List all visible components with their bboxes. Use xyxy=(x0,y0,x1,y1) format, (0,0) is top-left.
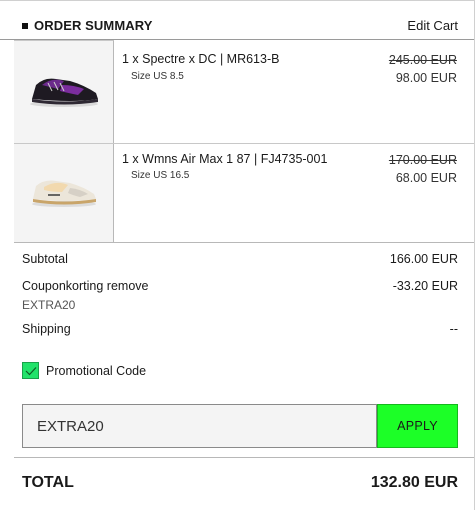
subtotal-value: 166.00 EUR xyxy=(389,252,458,266)
coupon-row: Couponkorting remove xyxy=(22,279,148,293)
square-bullet-icon xyxy=(22,22,28,29)
total-label: TOTAL xyxy=(22,474,74,491)
promotional-code-toggle[interactable]: Promotional Code xyxy=(22,362,146,379)
apply-button[interactable]: APPLY xyxy=(377,404,458,448)
coupon-discount-value: -33.20 EUR xyxy=(392,279,458,293)
cart-item: 1 x Wmns Air Max 1 87 | FJ4735-001 Size … xyxy=(14,144,474,242)
item-name: 1 x Wmns Air Max 1 87 | FJ4735-001 xyxy=(122,152,328,166)
coupon-remove-link[interactable]: remove xyxy=(107,279,149,293)
coupon-code: EXTRA20 xyxy=(22,298,76,312)
item-size: Size US 8.5 xyxy=(131,71,184,82)
subtotal-label: Subtotal xyxy=(22,252,68,266)
shipping-label: Shipping xyxy=(22,322,71,336)
purple-black-sneaker-icon xyxy=(30,78,98,107)
product-image xyxy=(14,40,114,143)
promo-label: Promotional Code xyxy=(46,363,147,378)
shipping-value: -- xyxy=(449,322,458,336)
edit-cart-link[interactable]: Edit Cart xyxy=(407,18,458,33)
order-summary-title: ORDER SUMMARY xyxy=(22,18,153,33)
order-summary-title-text: ORDER SUMMARY xyxy=(34,18,153,33)
cream-white-sneaker-icon xyxy=(32,180,96,207)
total-value: 132.80 EUR xyxy=(370,474,458,491)
item-original-price: 245.00 EUR xyxy=(388,53,457,67)
item-discounted-price: 98.00 EUR xyxy=(395,71,457,85)
item-size: Size US 16.5 xyxy=(131,170,190,181)
coupon-label: Couponkorting xyxy=(22,279,104,293)
total-divider xyxy=(14,457,474,458)
promo-code-input[interactable] xyxy=(22,404,377,448)
item-original-price: 170.00 EUR xyxy=(388,153,457,167)
checkmark-icon xyxy=(25,366,36,375)
item-discounted-price: 68.00 EUR xyxy=(395,171,457,185)
order-summary-header: ORDER SUMMARY Edit Cart xyxy=(0,10,474,40)
items-divider xyxy=(14,242,474,243)
item-name: 1 x Spectre x DC | MR613-B xyxy=(122,52,280,66)
top-border xyxy=(0,0,475,1)
cart-item: 1 x Spectre x DC | MR613-B Size US 8.5 2… xyxy=(14,40,474,144)
promo-checkbox[interactable] xyxy=(22,362,39,379)
product-image xyxy=(14,144,114,242)
